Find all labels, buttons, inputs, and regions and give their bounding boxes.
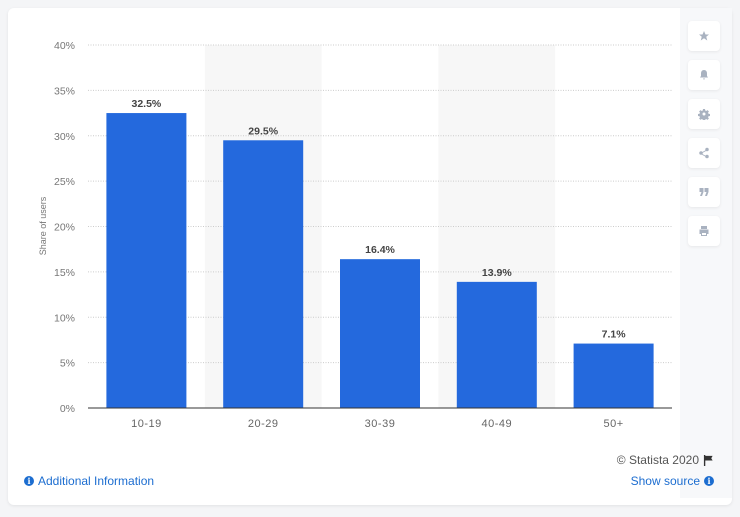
data-label: 29.5% — [248, 125, 278, 137]
data-label: 16.4% — [365, 244, 395, 256]
x-tick-label: 20-29 — [248, 418, 279, 430]
additional-information-link[interactable]: i Additional Information — [24, 474, 154, 488]
x-tick-label: 10-19 — [131, 418, 162, 430]
show-source-link[interactable]: Show source i — [631, 474, 714, 488]
y-tick-label: 20% — [54, 222, 75, 234]
data-label: 13.9% — [482, 267, 512, 279]
bar-20-29[interactable] — [223, 140, 304, 408]
y-tick-label: 10% — [54, 312, 75, 324]
y-tick-label: 5% — [60, 358, 75, 370]
copyright-label: © Statista 2020 — [616, 453, 699, 467]
info-icon: i — [704, 476, 714, 486]
x-tick-label: 40-49 — [481, 418, 512, 430]
show-source-label: Show source — [630, 474, 700, 488]
y-tick-label: 40% — [54, 40, 75, 52]
y-tick-label: 25% — [54, 176, 75, 188]
x-tick-label: 30-39 — [365, 418, 396, 430]
y-tick-label: 30% — [54, 131, 75, 143]
y-tick-label: 35% — [54, 85, 75, 97]
y-axis-title: Share of users — [38, 196, 48, 255]
data-label: 32.5% — [132, 98, 162, 110]
bar-40-49[interactable] — [456, 281, 537, 408]
bar-chart: 0% 5% 10% 15% 20% 25% 30% 35% 40% 32.5% 29.5% 16.4… — [38, 40, 672, 430]
y-tick-label: 15% — [54, 267, 75, 279]
flag-icon[interactable] — [703, 454, 714, 466]
bar-30-39[interactable] — [340, 259, 420, 408]
info-icon: i — [24, 476, 34, 486]
y-tick-label: 0% — [60, 403, 75, 415]
x-tick-label: 50+ — [604, 418, 624, 430]
bar-50+[interactable] — [573, 343, 654, 408]
copyright: © Statista 2020 — [617, 453, 714, 467]
bar-10-19[interactable] — [106, 113, 187, 408]
additional-information-label: Additional Information — [38, 474, 155, 488]
data-label: 7.1% — [602, 329, 627, 341]
